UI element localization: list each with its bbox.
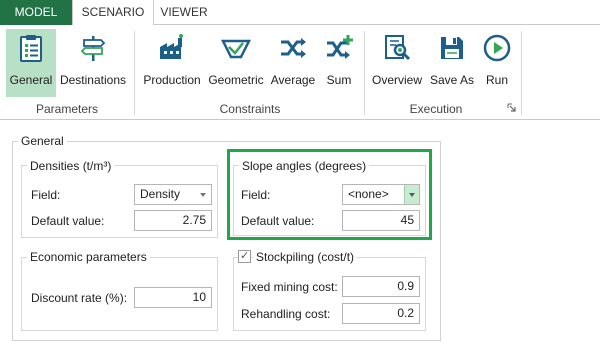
check-icon: ✓	[240, 250, 250, 262]
destinations-button-label: Destinations	[59, 73, 127, 87]
ribbon: General Destinations Parameters Producti…	[0, 25, 600, 120]
ribbon-tab-bar: MODEL SCENARIO VIEWER	[0, 0, 600, 26]
stockpiling-checkbox[interactable]: ✓	[238, 250, 251, 263]
densities-title: Densities (t/m³)	[27, 159, 115, 173]
rehandling-cost-input[interactable]: 0.2	[342, 303, 420, 324]
production-button[interactable]: Production	[140, 29, 204, 97]
tab-viewer[interactable]: VIEWER	[154, 0, 214, 25]
destinations-button[interactable]: Destinations	[58, 29, 128, 97]
chevron-down-icon	[200, 193, 206, 197]
densities-field-value: Density	[140, 187, 181, 201]
average-button[interactable]: Average	[268, 29, 318, 97]
sum-button[interactable]: Sum	[320, 29, 358, 97]
discount-rate-input[interactable]: 10	[134, 287, 212, 308]
save-as-button[interactable]: Save As	[427, 29, 477, 97]
clipboard-icon	[20, 35, 42, 62]
geometric-button-label: Geometric	[208, 73, 264, 87]
group-separator	[134, 31, 135, 115]
discount-rate-label: Discount rate (%):	[31, 291, 128, 305]
sum-button-label: Sum	[326, 73, 352, 87]
overview-button[interactable]: Overview	[369, 29, 425, 97]
general-button-label: General	[9, 73, 53, 87]
production-button-label: Production	[143, 73, 201, 87]
densities-field-select[interactable]: Density	[134, 184, 212, 205]
overview-button-label: Overview	[371, 73, 422, 87]
shuffle-plus-icon	[327, 35, 353, 59]
economic-parameters-title: Economic parameters	[27, 250, 150, 264]
general-groupbox-title: General	[18, 134, 67, 148]
densities-field-label: Field:	[31, 188, 61, 202]
play-icon	[483, 34, 511, 62]
fixed-mining-cost-label: Fixed mining cost:	[241, 280, 338, 294]
dialog-launcher-icon[interactable]	[507, 103, 516, 112]
tab-model[interactable]: MODEL	[0, 0, 72, 25]
save-as-button-label: Save As	[429, 73, 475, 87]
average-button-label: Average	[270, 73, 316, 87]
rehandling-cost-label: Rehandling cost:	[241, 307, 331, 321]
pit-geometry-icon	[221, 39, 251, 59]
shuffle-icon	[281, 38, 306, 58]
tab-scenario[interactable]: SCENARIO	[72, 0, 154, 26]
group-label-execution: Execution	[409, 102, 463, 116]
stockpiling-title: Stockpiling (cost/t)	[253, 250, 358, 264]
fixed-mining-cost-input[interactable]: 0.9	[342, 276, 420, 297]
geometric-button[interactable]: Geometric	[206, 29, 266, 97]
report-search-icon	[385, 35, 411, 61]
signpost-icon	[80, 36, 106, 61]
factory-icon	[160, 34, 183, 59]
run-button-label: Run	[485, 73, 508, 87]
group-separator	[364, 31, 365, 115]
group-separator	[521, 31, 522, 115]
floppy-disk-icon	[441, 37, 463, 59]
densities-default-input[interactable]: 2.75	[134, 210, 212, 231]
slope-angles-highlight	[227, 149, 432, 240]
general-button[interactable]: General	[6, 29, 56, 97]
densities-default-label: Default value:	[31, 214, 105, 228]
group-label-constraints: Constraints	[219, 102, 281, 116]
group-label-parameters: Parameters	[35, 102, 99, 116]
run-button[interactable]: Run	[479, 29, 515, 97]
